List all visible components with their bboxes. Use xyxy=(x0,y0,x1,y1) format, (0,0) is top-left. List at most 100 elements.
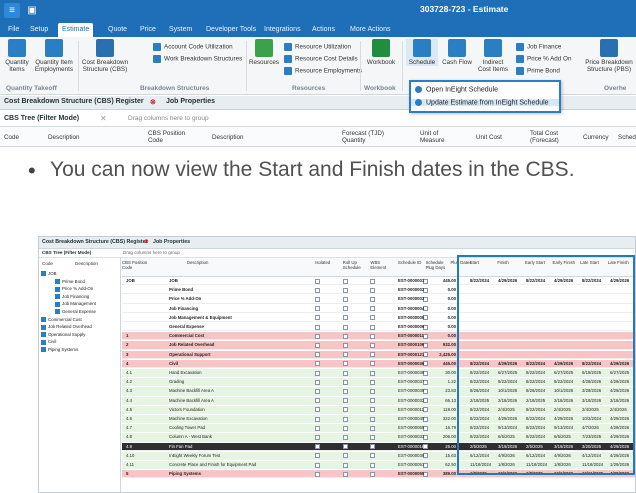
row-checkbox[interactable] xyxy=(370,453,375,459)
tab-file[interactable]: File xyxy=(4,23,23,37)
row-checkbox[interactable] xyxy=(370,315,375,321)
row-checkbox[interactable] xyxy=(315,398,320,404)
row-checkbox[interactable] xyxy=(315,379,320,385)
tree-node[interactable]: Piping Systems xyxy=(41,346,78,353)
tab-system[interactable]: System xyxy=(165,23,196,37)
tree-col-description[interactable]: Description xyxy=(48,134,80,141)
row-checkbox[interactable] xyxy=(315,315,320,321)
col-unit-of-measure[interactable]: Unit of Measure xyxy=(420,130,456,144)
col-isolated[interactable]: Isolated xyxy=(315,260,341,265)
resource-employments-button[interactable]: Resource Employments xyxy=(284,67,362,76)
row-checkbox[interactable] xyxy=(370,342,375,348)
row-checkbox[interactable] xyxy=(343,296,348,302)
row-checkbox[interactable] xyxy=(370,278,375,284)
row-checkbox[interactable] xyxy=(315,425,320,431)
menu-icon[interactable]: ≡ xyxy=(4,3,20,18)
row-checkbox[interactable] xyxy=(315,278,320,284)
tab-estimate[interactable]: Estimate xyxy=(58,23,94,37)
row-checkbox[interactable] xyxy=(370,333,375,339)
row-checkbox[interactable] xyxy=(343,398,348,404)
row-checkbox[interactable] xyxy=(315,306,320,312)
schedule-button[interactable]: Schedule xyxy=(406,39,438,66)
col-cbs-position-code[interactable]: CBS Position Code xyxy=(148,130,190,144)
col-schedule[interactable]: Sched xyxy=(618,134,636,141)
row-checkbox[interactable] xyxy=(315,361,320,367)
price-add-on-button[interactable]: Price % Add On xyxy=(516,55,571,64)
work-breakdown-structures-button[interactable]: Work Breakdown Structures xyxy=(153,55,242,64)
tab-actions[interactable]: Actions xyxy=(308,23,339,37)
row-checkbox[interactable] xyxy=(370,361,375,367)
col-total-cost[interactable]: Total Cost (Forecast) xyxy=(530,130,572,144)
row-checkbox[interactable] xyxy=(370,324,375,330)
row-checkbox[interactable] xyxy=(315,287,320,293)
tab-job-properties[interactable]: Job Properties xyxy=(153,239,190,245)
update-estimate-item[interactable]: Update Estimate from InEight Schedule xyxy=(411,99,559,107)
resources-button[interactable]: Resources xyxy=(248,39,280,66)
tab-integrations[interactable]: Integrations xyxy=(260,23,305,37)
row-checkbox[interactable] xyxy=(343,434,348,440)
row-checkbox[interactable] xyxy=(370,379,375,385)
tree-node[interactable]: Job Financing xyxy=(55,293,89,300)
cash-flow-button[interactable]: Cash Flow xyxy=(442,39,472,66)
row-checkbox[interactable] xyxy=(343,287,348,293)
tab-price[interactable]: Price xyxy=(136,23,160,37)
tree-col-code[interactable]: Code xyxy=(4,134,19,141)
col-unit-cost[interactable]: Unit Cost xyxy=(476,134,502,141)
quantity-employments-button[interactable]: Quantity Item Employments xyxy=(34,39,74,73)
resource-cost-details-button[interactable]: Resource Cost Details xyxy=(284,55,358,64)
col-schedule-id[interactable]: Schedule ID xyxy=(398,260,424,265)
open-inEight-schedule-item[interactable]: Open InEight Schedule xyxy=(415,86,498,93)
row-checkbox[interactable] xyxy=(315,462,320,468)
row-checkbox[interactable] xyxy=(370,352,375,358)
row-checkbox[interactable] xyxy=(315,434,320,440)
row-checkbox[interactable] xyxy=(315,453,320,459)
tree-node[interactable]: Job Management xyxy=(55,300,96,307)
col-schedule-plug-days[interactable]: Schedule Plug Days xyxy=(426,260,452,270)
row-checkbox[interactable] xyxy=(343,333,348,339)
col-description[interactable]: Description xyxy=(212,134,244,141)
row-checkbox[interactable] xyxy=(370,306,375,312)
row-checkbox[interactable] xyxy=(315,388,320,394)
close-icon[interactable]: ⊗ xyxy=(144,239,148,245)
row-checkbox[interactable] xyxy=(315,370,320,376)
row-checkbox[interactable] xyxy=(343,416,348,422)
row-checkbox[interactable] xyxy=(315,416,320,422)
row-checkbox[interactable] xyxy=(343,407,348,413)
col-roll-up-schedule[interactable]: Roll Up Schedule xyxy=(343,260,369,270)
tree-col-description[interactable]: Description xyxy=(75,261,98,266)
tab-more-actions[interactable]: More Actions xyxy=(346,23,394,37)
indirect-cost-items-button[interactable]: Indirect Cost Items xyxy=(476,39,510,73)
cbs-button[interactable]: Cost Breakdown Structure (CBS) xyxy=(80,39,130,73)
row-checkbox[interactable] xyxy=(370,398,375,404)
resource-utilization-button[interactable]: Resource Utilization xyxy=(284,43,351,52)
row-checkbox[interactable] xyxy=(370,388,375,394)
row-checkbox[interactable] xyxy=(315,342,320,348)
tree-node[interactable]: Job Related Overhead xyxy=(41,323,92,330)
col-wbs-element[interactable]: WBS Element xyxy=(370,260,396,270)
row-checkbox[interactable] xyxy=(343,324,348,330)
col-forecast-quantity[interactable]: Forecast (TJD) Quantity xyxy=(342,130,392,144)
row-checkbox[interactable] xyxy=(343,453,348,459)
tree-node[interactable]: Commercial Cost xyxy=(41,316,82,323)
row-checkbox[interactable] xyxy=(370,287,375,293)
tree-node[interactable]: Prime Bond xyxy=(55,278,85,285)
row-checkbox[interactable] xyxy=(370,444,375,450)
tab-cbs-register[interactable]: Cost Breakdown Structure (CBS) Register xyxy=(4,98,144,105)
price-breakdown-button[interactable]: Price Breakdown Structure (PBS) xyxy=(584,39,634,73)
row-checkbox[interactable] xyxy=(343,471,348,477)
row-checkbox[interactable] xyxy=(343,425,348,431)
row-checkbox[interactable] xyxy=(343,370,348,376)
col-description[interactable]: Description xyxy=(187,260,213,265)
row-checkbox[interactable] xyxy=(370,434,375,440)
row-checkbox[interactable] xyxy=(343,342,348,348)
row-checkbox[interactable] xyxy=(343,352,348,358)
tree-node[interactable]: General Expense xyxy=(55,308,96,315)
tree-node[interactable]: Operational Supply xyxy=(41,331,85,338)
row-checkbox[interactable] xyxy=(343,315,348,321)
row-checkbox[interactable] xyxy=(370,471,375,477)
tree-node[interactable]: Price % Add-On xyxy=(55,285,93,292)
row-checkbox[interactable] xyxy=(370,296,375,302)
job-finance-button[interactable]: Job Finance xyxy=(516,43,561,52)
row-checkbox[interactable] xyxy=(315,471,320,477)
row-checkbox[interactable] xyxy=(370,425,375,431)
